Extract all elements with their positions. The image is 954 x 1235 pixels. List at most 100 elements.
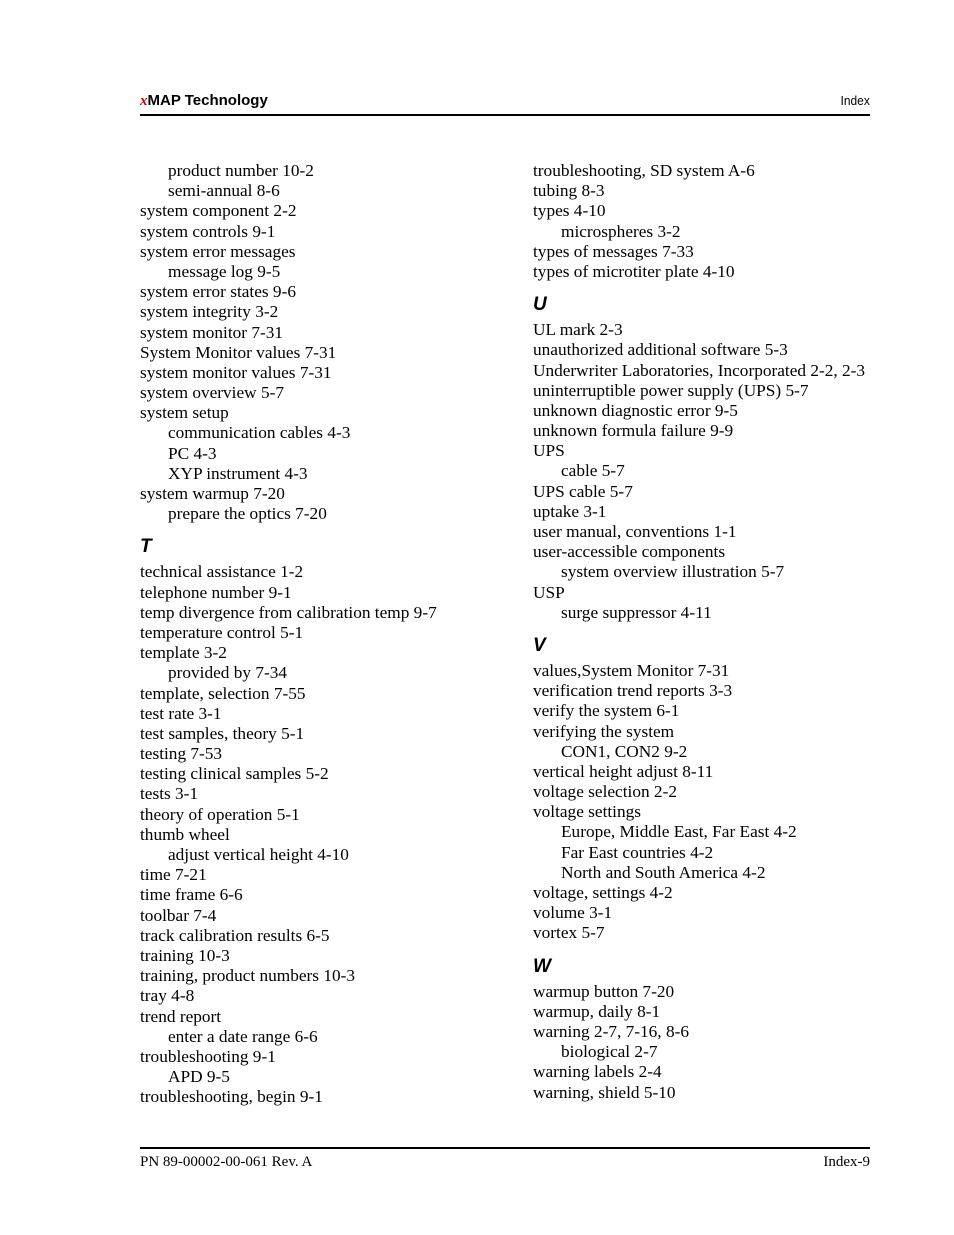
page-header: xMAP Technology Index (140, 90, 870, 116)
index-entry: template, selection 7-55 (140, 683, 306, 703)
index-letter-heading: V (533, 634, 546, 656)
index-letter-heading: W (533, 955, 551, 977)
index-column-right: troubleshooting, SD system A-6 tubing 8-3… (533, 161, 865, 1103)
index-entry: system monitor 7-31 (140, 322, 284, 342)
index-entry: UPS (533, 441, 565, 461)
index-entry: vortex 5-7 (533, 923, 605, 943)
index-entry: system overview 5-7 (140, 383, 284, 403)
index-entry: warmup, daily 8-1 (533, 1001, 661, 1021)
index-entry: user-accessible components (533, 542, 726, 562)
index-subentry: provided by 7-34 (168, 663, 288, 683)
index-letter-heading: T (140, 536, 152, 558)
index-entry: Underwriter Laboratories, Incorporated 2… (533, 360, 866, 380)
index-entry: thumb wheel (140, 824, 230, 844)
index-entry: system integrity 3-2 (140, 302, 279, 322)
index-entry: tray 4-8 (140, 986, 195, 1006)
index-entry: system component 2-2 (140, 201, 297, 221)
page-number: Index-9 (823, 1154, 870, 1170)
index-entry: test samples, theory 5-1 (140, 723, 305, 743)
index-subentry: Europe, Middle East, Far East 4-2 (561, 822, 797, 842)
index-entry: voltage selection 2-2 (533, 782, 677, 802)
index-entry: verifying the system (533, 721, 675, 741)
index-subentry: North and South America 4-2 (561, 862, 766, 882)
index-entry: system warmup 7-20 (140, 484, 285, 503)
index-entry: template 3-2 (140, 643, 227, 663)
index-entry: types of microtiter plate 4-10 (533, 261, 735, 281)
index-subentry: adjust vertical height 4-10 (168, 845, 349, 864)
index-entry: tests 3-1 (140, 784, 199, 804)
part-number: PN 89-00002-00-061 Rev. A (140, 1154, 313, 1170)
index-entry: temp divergence from calibration temp 9-… (140, 602, 437, 622)
index-entry: verify the system 6-1 (533, 701, 680, 721)
index-entry: technical assistance 1-2 (140, 562, 304, 582)
index-subentry: surge suppressor 4-11 (561, 602, 712, 622)
index-entry: theory of operation 5-1 (140, 804, 300, 824)
index-entry: warning, shield 5-10 (533, 1082, 676, 1102)
index-entry: temperature control 5-1 (140, 622, 304, 642)
index-subentry: PC 4-3 (168, 443, 217, 463)
index-subentry: semi-annual 8-6 (168, 181, 280, 201)
index-column-left: product number 10-2 semi-annual 8-6 system… (140, 161, 437, 1107)
index-entry: unknown diagnostic error 9-5 (533, 400, 738, 420)
index-entry: UPS cable 5-7 (533, 481, 633, 501)
index-entry: track calibration results 6-5 (140, 925, 330, 945)
page-footer: PN 89-00002-00-061 Rev. A Index-9 (140, 1147, 870, 1170)
index-entry: system controls 9-1 (140, 221, 276, 241)
index-entry: volume 3-1 (533, 903, 613, 923)
index-entry: types of messages 7-33 (533, 241, 694, 261)
index-entry: warmup button 7-20 (533, 981, 675, 1001)
index-entry: troubleshooting, begin 9-1 (140, 1087, 323, 1107)
index-entry: tubing 8-3 (533, 181, 605, 201)
index-entry: USP (533, 582, 565, 602)
index-entry: test rate 3-1 (140, 703, 222, 723)
index-entry: testing clinical samples 5-2 (140, 764, 329, 784)
index-entry: voltage, settings 4-2 (533, 883, 673, 902)
document-title: xMAP Technology (140, 92, 268, 110)
index-entry: time 7-21 (140, 865, 207, 885)
index-entry: toolbar 7-4 (140, 905, 217, 925)
index-entry: training, product numbers 10-3 (140, 966, 356, 986)
index-entry: values,System Monitor 7-31 (533, 660, 730, 680)
index-entry: unauthorized additional software 5-3 (533, 340, 788, 360)
index-subentry: CON1, CON2 9-2 (561, 741, 688, 761)
index-subentry: cable 5-7 (561, 461, 625, 481)
section-name: Index (840, 93, 870, 108)
index-subentry: system overview illustration 5-7 (561, 562, 785, 582)
brand-prefix: x (140, 93, 148, 109)
index-subentry: enter a date range 6-6 (168, 1026, 318, 1046)
index-entry: unknown formula failure 9-9 (533, 421, 734, 441)
index-entry: telephone number 9-1 (140, 582, 292, 602)
index-entry: uptake 3-1 (533, 501, 607, 521)
index-subentry: communication cables 4-3 (168, 423, 351, 443)
index-entry: system setup (140, 403, 229, 423)
index-entry: system error messages (140, 241, 296, 261)
index-entry: verification trend reports 3-3 (533, 681, 733, 701)
index-entry: types 4-10 (533, 201, 606, 221)
index-entry: time frame 6-6 (140, 885, 243, 905)
index-entry: user manual, conventions 1-1 (533, 522, 737, 541)
index-entry: voltage settings (533, 802, 641, 822)
index-entry: troubleshooting 9-1 (140, 1046, 276, 1066)
index-subentry: APD 9-5 (168, 1067, 230, 1087)
index-subentry: message log 9-5 (168, 261, 281, 281)
index-entry: uninterruptible power supply (UPS) 5-7 (533, 380, 809, 400)
index-entry: warning 2-7, 7-16, 8-6 (533, 1021, 689, 1041)
index-entry: system monitor values 7-31 (140, 362, 332, 382)
index-entry: training 10-3 (140, 945, 230, 965)
index-letter-heading: U (533, 294, 547, 316)
index-subentry: Far East countries 4-2 (561, 842, 714, 862)
index-entry: system error states 9-6 (140, 282, 296, 302)
index-subentry: XYP instrument 4-3 (168, 463, 308, 483)
index-entry: troubleshooting, SD system A-6 (533, 161, 755, 180)
index-entry: testing 7-53 (140, 744, 223, 764)
index-entry: warning labels 2-4 (533, 1062, 662, 1082)
index-entry: System Monitor values 7-31 (140, 342, 337, 362)
brand-name: MAP Technology (147, 92, 268, 109)
index-subentry: product number 10-2 (168, 161, 314, 180)
index-subentry: microspheres 3-2 (561, 221, 681, 241)
index-subentry: prepare the optics 7-20 (168, 504, 327, 524)
index-subentry: biological 2-7 (561, 1042, 658, 1062)
index-entry: vertical height adjust 8-11 (533, 761, 714, 781)
index-entry: trend report (140, 1006, 222, 1026)
index-entry: UL mark 2-3 (533, 320, 623, 340)
